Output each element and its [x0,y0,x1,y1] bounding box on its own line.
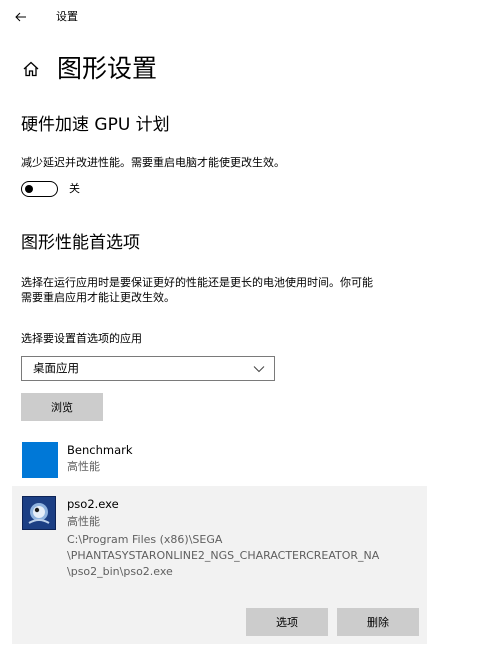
graphics-preference-description-line1: 选择在运行应用时是要保证更好的性能还是更长的电池使用时间。你可能 [21,276,373,289]
app-type-select[interactable]: 桌面应用 [21,356,275,381]
app-path-line1: C:\Program Files (x86)\SEGA [67,533,223,546]
graphics-preference-description-line2: 需要重启应用才能让更改生效。 [21,291,175,304]
window-title: 设置 [56,10,78,23]
gpu-scheduling-toggle[interactable] [21,181,58,197]
home-icon[interactable] [20,58,42,80]
gpu-scheduling-toggle-row: 关 [21,180,80,198]
app-name: pso2.exe [67,497,119,511]
app-select-label: 选择要设置首选项的应用 [21,332,142,345]
blue-square-app-icon [22,442,58,478]
back-button[interactable] [10,7,32,27]
app-preference: 高性能 [67,515,100,528]
app-list-item-pso2[interactable]: pso2.exe 高性能 C:\Program Files (x86)\SEGA… [12,486,427,644]
browse-button[interactable]: 浏览 [21,393,103,421]
app-name: Benchmark [67,443,133,457]
page-header: 图形设置 [20,51,157,87]
delete-button[interactable]: 删除 [337,608,419,636]
pso2-app-icon [22,496,56,530]
graphics-preference-heading: 图形性能首选项 [21,233,140,253]
toggle-knob [25,184,33,193]
app-path-line3: \pso2_bin\pso2.exe [67,565,173,578]
gpu-scheduling-heading: 硬件加速 GPU 计划 [21,115,170,135]
app-path-line2: \PHANTASYSTARONLINE2_NGS_CHARACTERCREATO… [67,549,380,562]
toggle-state-label: 关 [69,182,80,195]
app-list-item-benchmark[interactable]: Benchmark 高性能 [12,434,427,484]
chevron-down-icon [253,366,265,373]
app-type-select-value: 桌面应用 [33,361,79,375]
back-arrow-icon [15,12,26,22]
options-button[interactable]: 选项 [246,608,328,636]
gpu-scheduling-description: 减少延迟并改进性能。需要重启电脑才能使更改生效。 [21,156,285,169]
page-title: 图形设置 [57,54,158,83]
app-preference: 高性能 [67,460,100,473]
title-bar: 设置 [0,0,482,34]
